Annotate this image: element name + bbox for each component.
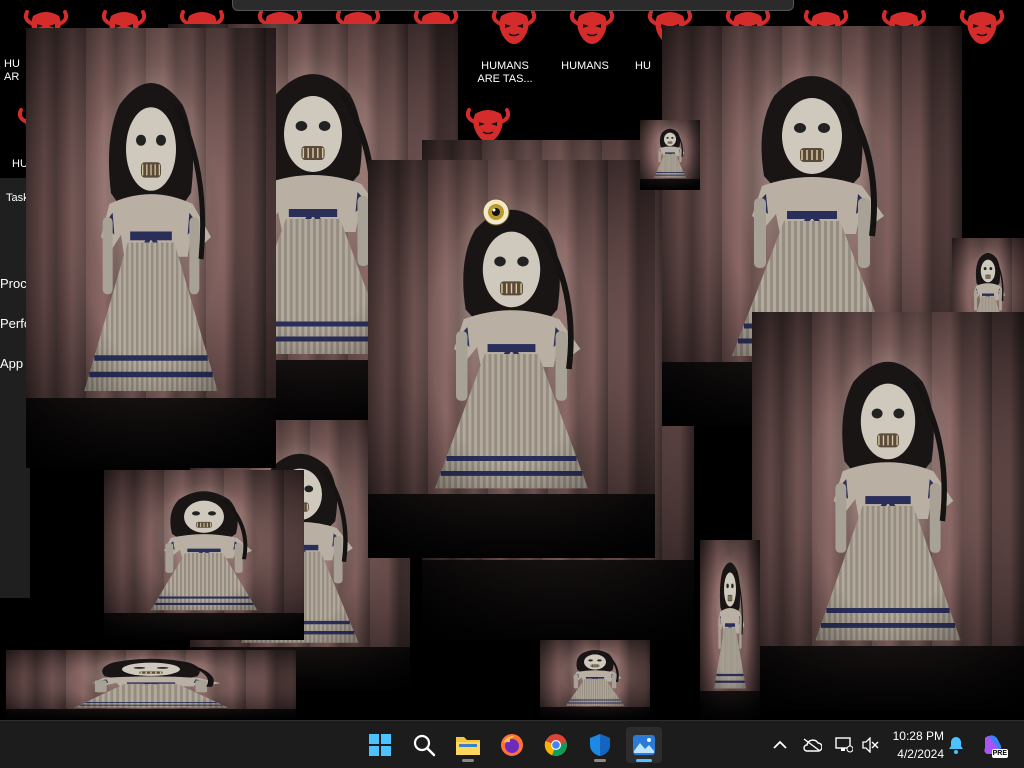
active-indicator <box>636 759 652 762</box>
doll-popup-window[interactable] <box>26 28 276 468</box>
running-indicator <box>462 759 474 762</box>
photos-icon <box>633 735 655 755</box>
clock[interactable]: 10:28 PM 4/2/2024 <box>874 727 944 763</box>
desktop-icon-label: HUMANS <box>561 60 609 72</box>
folder-icon <box>456 737 480 755</box>
firefox-icon <box>501 734 523 756</box>
clock-date: 4/2/2024 <box>897 747 944 761</box>
desktop-shortcut-icon[interactable] <box>562 6 622 66</box>
floor-shadow <box>752 646 1024 710</box>
show-hidden-icons-chevron-icon[interactable] <box>770 735 790 755</box>
floor-shadow <box>540 707 650 720</box>
desktop-screen: Task Proc Perfo App HU AR HUMANS ARE TAS… <box>0 0 1024 768</box>
floor-shadow <box>422 560 694 640</box>
copilot-badge: PRE <box>991 749 1008 758</box>
floor-shadow <box>700 691 760 720</box>
doll-popup-window[interactable] <box>700 540 760 720</box>
running-indicator <box>594 759 606 762</box>
photos-button[interactable] <box>626 727 662 763</box>
floor-shadow <box>640 178 700 190</box>
onedrive-offline-icon[interactable] <box>802 735 822 755</box>
firefox-button[interactable] <box>494 727 530 763</box>
desktop-icon-label: HUMANS ARE TAS... <box>477 60 533 85</box>
desktop-icon-label: HU <box>635 60 651 72</box>
doll-popup-window[interactable] <box>540 640 650 720</box>
demon-icon <box>491 10 537 44</box>
demon-icon <box>465 108 511 142</box>
chrome-icon <box>544 734 567 757</box>
floor-shadow <box>368 494 655 558</box>
tm-tab-processes[interactable]: Proc <box>0 276 27 291</box>
demon-icon <box>569 10 615 44</box>
doll-popup-window[interactable] <box>752 312 1024 710</box>
clock-time: 10:28 PM <box>892 729 944 743</box>
shield-icon <box>590 734 610 756</box>
doll-popup-window[interactable] <box>104 470 304 640</box>
taskbar: 10:28 PM 4/2/2024 PRE <box>0 720 1024 768</box>
demon-icon <box>959 10 1005 44</box>
floor-shadow <box>6 708 296 720</box>
notification-bell-icon[interactable] <box>946 735 966 755</box>
floor-shadow <box>26 397 276 468</box>
floor-shadow <box>104 612 304 640</box>
network-icon[interactable] <box>834 735 854 755</box>
doll-popup-window[interactable] <box>6 650 296 720</box>
chrome-button[interactable] <box>538 727 574 763</box>
windows-start-icon <box>369 734 391 756</box>
file-explorer-button[interactable] <box>450 727 486 763</box>
copilot-icon[interactable]: PRE <box>980 735 1008 758</box>
window-top-bar <box>232 0 794 11</box>
search-icon <box>413 734 436 757</box>
eyeball-cursor <box>482 198 510 226</box>
tm-tab-app-history[interactable]: App <box>0 356 23 371</box>
desktop-shortcut-icon[interactable] <box>484 6 544 66</box>
start-button[interactable] <box>362 727 398 763</box>
search-button[interactable] <box>406 727 442 763</box>
defender-button[interactable] <box>582 727 618 763</box>
doll-popup-window[interactable] <box>368 160 655 558</box>
doll-popup-window[interactable] <box>640 120 700 190</box>
